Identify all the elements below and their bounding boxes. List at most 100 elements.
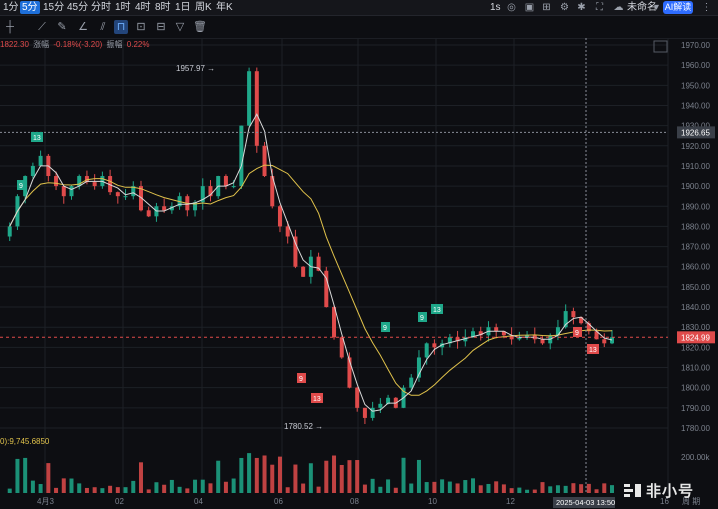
legend-change-label: 涨幅 <box>33 40 50 49</box>
volume-bar <box>138 462 143 493</box>
volume-bar <box>285 487 290 493</box>
expand-icon[interactable] <box>653 40 668 53</box>
candle <box>223 176 228 187</box>
volume-bar <box>509 488 514 493</box>
candle <box>239 125 244 187</box>
volume-bar <box>378 486 383 493</box>
volume-bar <box>424 482 429 493</box>
volume-bar <box>177 486 182 493</box>
x-tick-label: 06 <box>274 497 283 506</box>
y-tick-label: 1960.00 <box>681 61 710 70</box>
candle <box>610 337 614 344</box>
y-tick-label: 1900.00 <box>681 182 710 191</box>
volume-bar <box>84 487 89 493</box>
indicator-icon[interactable]: ⊞ <box>541 2 552 13</box>
annotation-icon[interactable]: ⊡ <box>134 20 148 34</box>
candle <box>54 176 59 187</box>
volume-bar <box>370 478 375 493</box>
legend-change-value: -0.18%(-3.20) <box>53 40 103 49</box>
candle <box>61 186 66 197</box>
volume-bar <box>409 483 414 493</box>
volume-bar <box>270 464 275 493</box>
legend-amp-value: 0.22% <box>126 40 150 49</box>
ai-interpret-button[interactable]: AI解读 <box>663 1 693 14</box>
trendline-icon[interactable]: ⟋ <box>35 20 49 34</box>
td-marker-label: 9 <box>383 325 387 332</box>
timeframe-1m[interactable]: 1分 <box>1 1 21 14</box>
timeframe-15m[interactable]: 15分 <box>41 1 66 14</box>
volume-bar <box>501 484 506 493</box>
volume-bar <box>339 464 344 493</box>
candle <box>494 327 499 332</box>
y-tick-label: 1860.00 <box>681 263 710 272</box>
low-label: 1780.52 → <box>284 422 323 431</box>
price-chart[interactable]: 1970.001960.001950.001940.001930.001920.… <box>0 38 718 509</box>
volume-bar <box>46 463 51 493</box>
candle <box>602 339 607 344</box>
timeframe-4h[interactable]: 4时 <box>133 1 153 14</box>
y-tick-label: 1940.00 <box>681 101 710 110</box>
timeframe-1w[interactable]: 周K <box>193 1 214 14</box>
timeframe-5m[interactable]: 5分 <box>20 1 40 14</box>
camera-icon[interactable]: ◎ <box>506 2 517 13</box>
ruler-icon[interactable]: ∠ <box>76 20 90 34</box>
trash-icon[interactable]: 🗑 <box>193 20 207 34</box>
more-icon[interactable]: ⋮ <box>701 2 712 13</box>
volume-bar <box>416 459 421 493</box>
candle <box>146 210 151 217</box>
td-marker-label: 9 <box>575 330 579 337</box>
timeframe-45m[interactable]: 45分 <box>65 1 90 14</box>
volume-bar <box>301 483 306 493</box>
volume-bar <box>517 487 522 493</box>
volume-bar <box>355 460 360 493</box>
volume-bar <box>146 489 151 493</box>
legend-amp-label: 振幅 <box>106 40 123 49</box>
candle <box>162 206 167 211</box>
td-marker-label: 9 <box>299 376 303 383</box>
crosshair-time-label: 2025-04-03 13:50 <box>556 498 615 507</box>
candle <box>115 192 120 197</box>
volume-bar <box>525 489 530 493</box>
pencil-icon[interactable]: ✎ <box>55 20 69 34</box>
timeframe-1y[interactable]: 年K <box>214 1 235 14</box>
candle <box>247 71 252 126</box>
volume-bar <box>108 485 113 493</box>
x-tick-label: 12 <box>506 497 515 506</box>
interval-select[interactable]: 1s <box>488 1 503 14</box>
y-tick-label: 1780.00 <box>681 424 710 433</box>
volume-bar <box>61 478 66 493</box>
image-icon[interactable]: ▣ <box>524 2 535 13</box>
td-marker-label: 13 <box>313 396 321 403</box>
high-label: 1957.97 → <box>176 64 215 73</box>
candle <box>301 266 306 277</box>
volume-bar <box>216 460 221 493</box>
fullscreen-icon[interactable]: ⛶ <box>594 2 605 13</box>
y-tick-label: 1920.00 <box>681 142 710 151</box>
filter-icon[interactable]: ▽ <box>173 20 187 34</box>
timeframe-1d[interactable]: 1日 <box>173 1 193 14</box>
measure-icon[interactable]: ⊟ <box>154 20 168 34</box>
td-marker-label: 13 <box>589 347 597 354</box>
timeframe-8h[interactable]: 8时 <box>153 1 173 14</box>
y-tick-label: 1800.00 <box>681 384 710 393</box>
chevron-down-icon[interactable]: ▾ <box>651 2 662 13</box>
volume-bar <box>200 479 205 493</box>
crosshair-price-label: 1926.65 <box>681 128 710 137</box>
timeframe-1h[interactable]: 1时 <box>113 1 133 14</box>
cloud-icon[interactable]: ☁ <box>613 2 624 13</box>
candle <box>231 186 236 188</box>
settings-icon[interactable]: ⚙ <box>559 2 570 13</box>
gear-icon[interactable]: ✱ <box>576 2 587 13</box>
y-tick-label: 1840.00 <box>681 303 710 312</box>
lock-icon[interactable]: ⊓ <box>114 20 128 34</box>
chart-grid <box>0 38 669 493</box>
fib-icon[interactable]: ⫽ <box>96 20 110 34</box>
candle <box>123 196 128 198</box>
crosshair-icon[interactable]: ┼ <box>3 20 17 34</box>
y-tick-label: 1850.00 <box>681 283 710 292</box>
volume-legend: 0):9,745.6850 <box>0 437 50 446</box>
timeframe-timeshare[interactable]: 分时 <box>89 1 113 14</box>
volume-bar <box>223 481 228 493</box>
volume-bar <box>123 487 128 493</box>
x-tick-label: 04 <box>194 497 203 506</box>
